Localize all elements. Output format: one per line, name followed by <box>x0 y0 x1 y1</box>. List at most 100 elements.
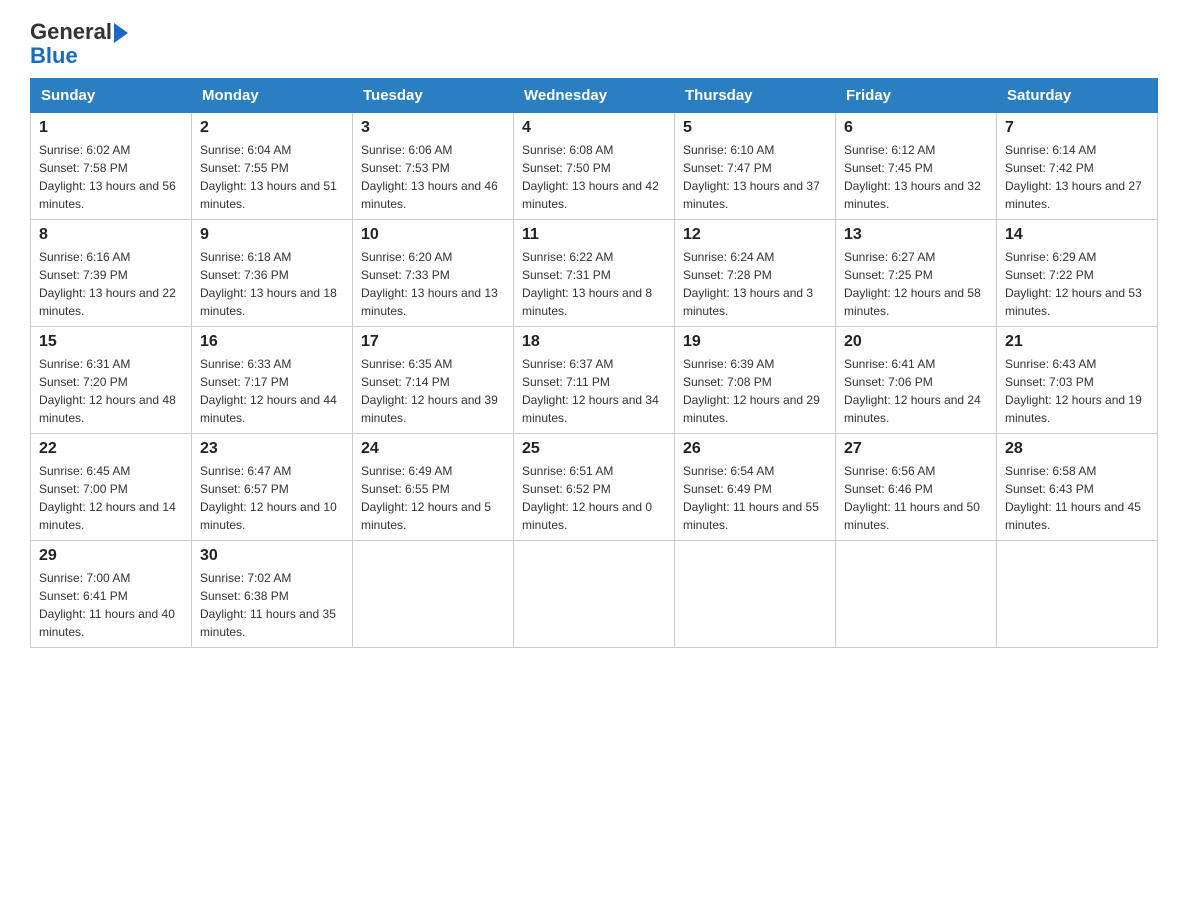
day-info: Sunrise: 6:16 AMSunset: 7:39 PMDaylight:… <box>39 250 176 318</box>
calendar-day-cell: 9 Sunrise: 6:18 AMSunset: 7:36 PMDayligh… <box>192 220 353 327</box>
logo: General Blue <box>30 20 128 68</box>
calendar-day-cell: 11 Sunrise: 6:22 AMSunset: 7:31 PMDaylig… <box>514 220 675 327</box>
day-number: 28 <box>1005 440 1149 458</box>
day-number: 5 <box>683 119 827 137</box>
logo-text: General Blue <box>30 20 128 68</box>
day-info: Sunrise: 6:04 AMSunset: 7:55 PMDaylight:… <box>200 143 337 211</box>
calendar-day-cell: 28 Sunrise: 6:58 AMSunset: 6:43 PMDaylig… <box>997 434 1158 541</box>
day-number: 30 <box>200 547 344 565</box>
calendar-day-cell <box>836 541 997 648</box>
day-info: Sunrise: 6:45 AMSunset: 7:00 PMDaylight:… <box>39 464 176 532</box>
day-number: 7 <box>1005 119 1149 137</box>
calendar-week-row: 8 Sunrise: 6:16 AMSunset: 7:39 PMDayligh… <box>31 220 1158 327</box>
calendar-day-cell: 26 Sunrise: 6:54 AMSunset: 6:49 PMDaylig… <box>675 434 836 541</box>
weekday-header-cell: Wednesday <box>514 79 675 113</box>
day-info: Sunrise: 6:18 AMSunset: 7:36 PMDaylight:… <box>200 250 337 318</box>
calendar-week-row: 15 Sunrise: 6:31 AMSunset: 7:20 PMDaylig… <box>31 327 1158 434</box>
calendar-day-cell: 2 Sunrise: 6:04 AMSunset: 7:55 PMDayligh… <box>192 113 353 220</box>
day-info: Sunrise: 6:06 AMSunset: 7:53 PMDaylight:… <box>361 143 498 211</box>
day-number: 16 <box>200 333 344 351</box>
day-number: 21 <box>1005 333 1149 351</box>
calendar-day-cell: 19 Sunrise: 6:39 AMSunset: 7:08 PMDaylig… <box>675 327 836 434</box>
day-info: Sunrise: 6:49 AMSunset: 6:55 PMDaylight:… <box>361 464 491 532</box>
day-info: Sunrise: 6:43 AMSunset: 7:03 PMDaylight:… <box>1005 357 1142 425</box>
day-number: 11 <box>522 226 666 244</box>
calendar-day-cell: 16 Sunrise: 6:33 AMSunset: 7:17 PMDaylig… <box>192 327 353 434</box>
calendar-day-cell: 7 Sunrise: 6:14 AMSunset: 7:42 PMDayligh… <box>997 113 1158 220</box>
day-info: Sunrise: 6:35 AMSunset: 7:14 PMDaylight:… <box>361 357 498 425</box>
calendar-day-cell: 21 Sunrise: 6:43 AMSunset: 7:03 PMDaylig… <box>997 327 1158 434</box>
day-info: Sunrise: 6:20 AMSunset: 7:33 PMDaylight:… <box>361 250 498 318</box>
day-number: 26 <box>683 440 827 458</box>
logo-blue-text: Blue <box>30 43 78 68</box>
calendar-day-cell <box>353 541 514 648</box>
day-info: Sunrise: 6:58 AMSunset: 6:43 PMDaylight:… <box>1005 464 1141 532</box>
day-info: Sunrise: 6:56 AMSunset: 6:46 PMDaylight:… <box>844 464 980 532</box>
calendar-body: 1 Sunrise: 6:02 AMSunset: 7:58 PMDayligh… <box>31 113 1158 648</box>
day-info: Sunrise: 6:14 AMSunset: 7:42 PMDaylight:… <box>1005 143 1142 211</box>
calendar-day-cell <box>514 541 675 648</box>
calendar-day-cell <box>997 541 1158 648</box>
weekday-header-cell: Saturday <box>997 79 1158 113</box>
day-number: 19 <box>683 333 827 351</box>
calendar-week-row: 1 Sunrise: 6:02 AMSunset: 7:58 PMDayligh… <box>31 113 1158 220</box>
calendar-week-row: 22 Sunrise: 6:45 AMSunset: 7:00 PMDaylig… <box>31 434 1158 541</box>
calendar-day-cell: 14 Sunrise: 6:29 AMSunset: 7:22 PMDaylig… <box>997 220 1158 327</box>
calendar-day-cell: 22 Sunrise: 6:45 AMSunset: 7:00 PMDaylig… <box>31 434 192 541</box>
day-info: Sunrise: 6:24 AMSunset: 7:28 PMDaylight:… <box>683 250 813 318</box>
day-info: Sunrise: 7:02 AMSunset: 6:38 PMDaylight:… <box>200 571 336 639</box>
calendar-day-cell: 24 Sunrise: 6:49 AMSunset: 6:55 PMDaylig… <box>353 434 514 541</box>
calendar-day-cell: 12 Sunrise: 6:24 AMSunset: 7:28 PMDaylig… <box>675 220 836 327</box>
day-info: Sunrise: 6:10 AMSunset: 7:47 PMDaylight:… <box>683 143 820 211</box>
day-info: Sunrise: 6:47 AMSunset: 6:57 PMDaylight:… <box>200 464 337 532</box>
day-number: 20 <box>844 333 988 351</box>
day-info: Sunrise: 6:37 AMSunset: 7:11 PMDaylight:… <box>522 357 659 425</box>
page-header: General Blue <box>30 20 1158 68</box>
day-number: 23 <box>200 440 344 458</box>
weekday-header-cell: Thursday <box>675 79 836 113</box>
calendar-day-cell: 25 Sunrise: 6:51 AMSunset: 6:52 PMDaylig… <box>514 434 675 541</box>
day-info: Sunrise: 6:12 AMSunset: 7:45 PMDaylight:… <box>844 143 981 211</box>
day-number: 10 <box>361 226 505 244</box>
calendar-day-cell: 4 Sunrise: 6:08 AMSunset: 7:50 PMDayligh… <box>514 113 675 220</box>
day-number: 14 <box>1005 226 1149 244</box>
calendar-day-cell: 1 Sunrise: 6:02 AMSunset: 7:58 PMDayligh… <box>31 113 192 220</box>
day-number: 22 <box>39 440 183 458</box>
calendar-day-cell: 10 Sunrise: 6:20 AMSunset: 7:33 PMDaylig… <box>353 220 514 327</box>
calendar-day-cell: 27 Sunrise: 6:56 AMSunset: 6:46 PMDaylig… <box>836 434 997 541</box>
calendar-table: SundayMondayTuesdayWednesdayThursdayFrid… <box>30 78 1158 648</box>
calendar-day-cell: 29 Sunrise: 7:00 AMSunset: 6:41 PMDaylig… <box>31 541 192 648</box>
calendar-day-cell <box>675 541 836 648</box>
day-number: 18 <box>522 333 666 351</box>
day-info: Sunrise: 6:02 AMSunset: 7:58 PMDaylight:… <box>39 143 176 211</box>
day-info: Sunrise: 6:41 AMSunset: 7:06 PMDaylight:… <box>844 357 981 425</box>
calendar-week-row: 29 Sunrise: 7:00 AMSunset: 6:41 PMDaylig… <box>31 541 1158 648</box>
day-info: Sunrise: 6:39 AMSunset: 7:08 PMDaylight:… <box>683 357 820 425</box>
calendar-day-cell: 23 Sunrise: 6:47 AMSunset: 6:57 PMDaylig… <box>192 434 353 541</box>
day-number: 15 <box>39 333 183 351</box>
day-number: 24 <box>361 440 505 458</box>
day-number: 6 <box>844 119 988 137</box>
day-number: 12 <box>683 226 827 244</box>
day-info: Sunrise: 6:31 AMSunset: 7:20 PMDaylight:… <box>39 357 176 425</box>
calendar-day-cell: 15 Sunrise: 6:31 AMSunset: 7:20 PMDaylig… <box>31 327 192 434</box>
day-number: 9 <box>200 226 344 244</box>
day-info: Sunrise: 6:08 AMSunset: 7:50 PMDaylight:… <box>522 143 659 211</box>
calendar-day-cell: 18 Sunrise: 6:37 AMSunset: 7:11 PMDaylig… <box>514 327 675 434</box>
weekday-header-row: SundayMondayTuesdayWednesdayThursdayFrid… <box>31 79 1158 113</box>
day-info: Sunrise: 6:54 AMSunset: 6:49 PMDaylight:… <box>683 464 819 532</box>
day-number: 27 <box>844 440 988 458</box>
logo-arrow-icon <box>114 23 128 43</box>
day-number: 29 <box>39 547 183 565</box>
day-info: Sunrise: 7:00 AMSunset: 6:41 PMDaylight:… <box>39 571 175 639</box>
day-number: 1 <box>39 119 183 137</box>
day-info: Sunrise: 6:22 AMSunset: 7:31 PMDaylight:… <box>522 250 652 318</box>
day-number: 2 <box>200 119 344 137</box>
weekday-header-cell: Tuesday <box>353 79 514 113</box>
calendar-day-cell: 30 Sunrise: 7:02 AMSunset: 6:38 PMDaylig… <box>192 541 353 648</box>
day-info: Sunrise: 6:33 AMSunset: 7:17 PMDaylight:… <box>200 357 337 425</box>
day-info: Sunrise: 6:27 AMSunset: 7:25 PMDaylight:… <box>844 250 981 318</box>
day-number: 25 <box>522 440 666 458</box>
calendar-day-cell: 5 Sunrise: 6:10 AMSunset: 7:47 PMDayligh… <box>675 113 836 220</box>
calendar-day-cell: 17 Sunrise: 6:35 AMSunset: 7:14 PMDaylig… <box>353 327 514 434</box>
